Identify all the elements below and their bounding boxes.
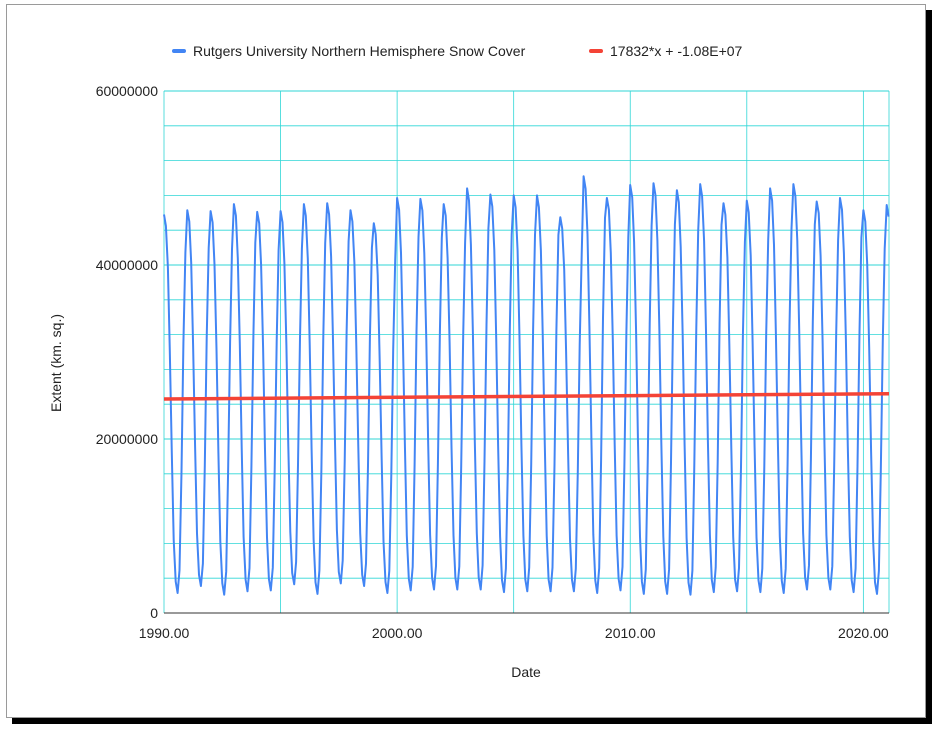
y-tick-label: 20000000 <box>96 431 159 447</box>
legend-label-snow-cover: Rutgers University Northern Hemisphere S… <box>193 43 526 59</box>
y-tick-label: 0 <box>150 605 158 621</box>
x-tick-label: 2020.00 <box>838 625 889 641</box>
series-layer <box>163 175 890 596</box>
chart-frame: 0 20000000 40000000 60000000 1990.00 2000.00 2… <box>6 4 926 718</box>
y-tick-label: 60000000 <box>96 83 159 99</box>
x-axis-title: Date <box>511 664 541 680</box>
x-tick-label: 2010.00 <box>605 625 656 641</box>
y-axis-title: Extent (km. sq.) <box>48 314 64 412</box>
series-line-trendline <box>163 392 890 401</box>
series-line-snow-cover <box>163 175 890 596</box>
legend-swatch-trendline <box>589 49 603 53</box>
axis-layer: 0 20000000 40000000 60000000 1990.00 2000.00 2… <box>96 83 889 641</box>
snow-cover-chart: 0 20000000 40000000 60000000 1990.00 2000.00 2… <box>48 43 890 680</box>
x-tick-label: 1990.00 <box>139 625 190 641</box>
legend-label-trendline: 17832*x + -1.08E+07 <box>610 43 743 59</box>
x-tick-label: 2000.00 <box>372 625 423 641</box>
legend: Rutgers University Northern Hemisphere S… <box>172 43 743 59</box>
y-tick-label: 40000000 <box>96 257 159 273</box>
legend-swatch-snow-cover <box>172 49 186 53</box>
